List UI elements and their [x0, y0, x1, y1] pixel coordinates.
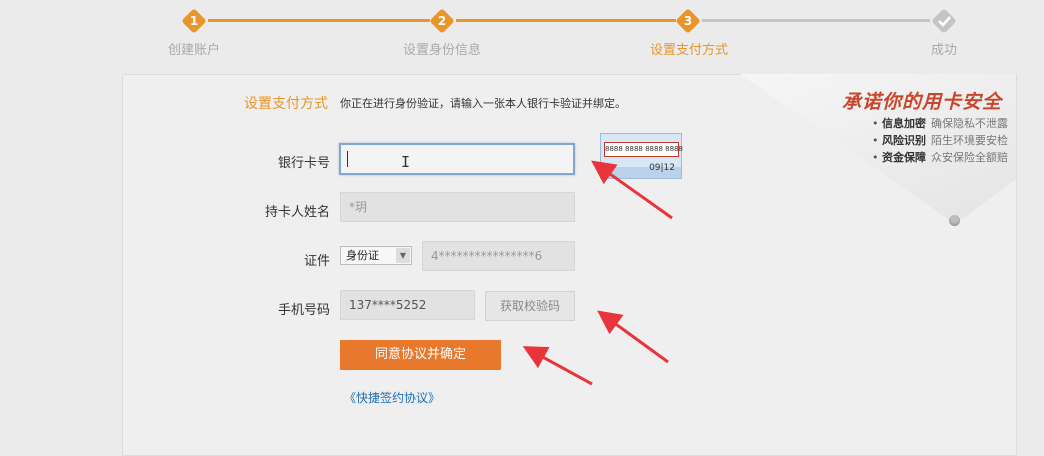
promo-item: • 风险识别 陌生环境要安检	[872, 134, 1008, 147]
id-label: 证件	[303, 254, 330, 269]
id-number-input[interactable]: 4****************6	[422, 241, 575, 271]
promo-title: 承诺你的用卡安全	[842, 91, 1003, 113]
step-4-label: 成功	[931, 43, 958, 58]
ibeam-cursor-icon: I	[401, 153, 411, 171]
promo-item: • 资金保障 众安保险全额赔	[872, 151, 1008, 164]
phone-input[interactable]: 137****5252	[340, 290, 475, 320]
holder-name-label: 持卡人姓名	[264, 205, 330, 220]
phone-label: 手机号码	[277, 303, 330, 318]
step-1-label: 创建账户	[168, 43, 221, 58]
id-type-select[interactable]: 身份证 ▼	[340, 246, 412, 265]
text-caret	[347, 151, 348, 167]
step-2-marker: 2	[429, 8, 455, 34]
id-type-value: 身份证	[346, 249, 379, 262]
agreement-link[interactable]: 《快捷签约协议》	[344, 389, 440, 406]
step-3-marker: 3	[675, 8, 701, 34]
promo-item: • 信息加密 确保隐私不泄露	[872, 117, 1008, 130]
step-connector	[208, 19, 430, 22]
step-connector	[456, 19, 676, 22]
agree-submit-button[interactable]: 同意协议并确定	[340, 340, 501, 370]
card-number-label: 银行卡号	[277, 156, 330, 171]
step-1-marker: 1	[181, 8, 207, 34]
card-hint-number: 8888 8888 8888 8888	[604, 142, 683, 157]
bank-card-hint: 8888 8888 8888 8888 09|12	[600, 133, 683, 179]
step-3-label: 设置支付方式	[650, 43, 729, 58]
check-icon	[938, 16, 951, 27]
progress-steps: 1 2 3 创建账户 设置身份信息 设置支付方式 成功	[0, 0, 1044, 64]
holder-name-input[interactable]: *玥	[340, 192, 575, 222]
get-code-button[interactable]: 获取校验码	[485, 291, 575, 321]
card-number-input[interactable]	[339, 143, 575, 175]
card-hint-expiry: 09|12	[649, 163, 675, 173]
section-title: 设置支付方式	[244, 96, 328, 112]
pin-icon	[949, 215, 960, 226]
step-2-label: 设置身份信息	[403, 43, 482, 58]
step-connector	[702, 19, 930, 22]
section-description: 你正在进行身份验证，请输入一张本人银行卡验证并绑定。	[340, 97, 626, 110]
step-4-marker	[931, 8, 957, 34]
chevron-down-icon: ▼	[396, 248, 410, 263]
